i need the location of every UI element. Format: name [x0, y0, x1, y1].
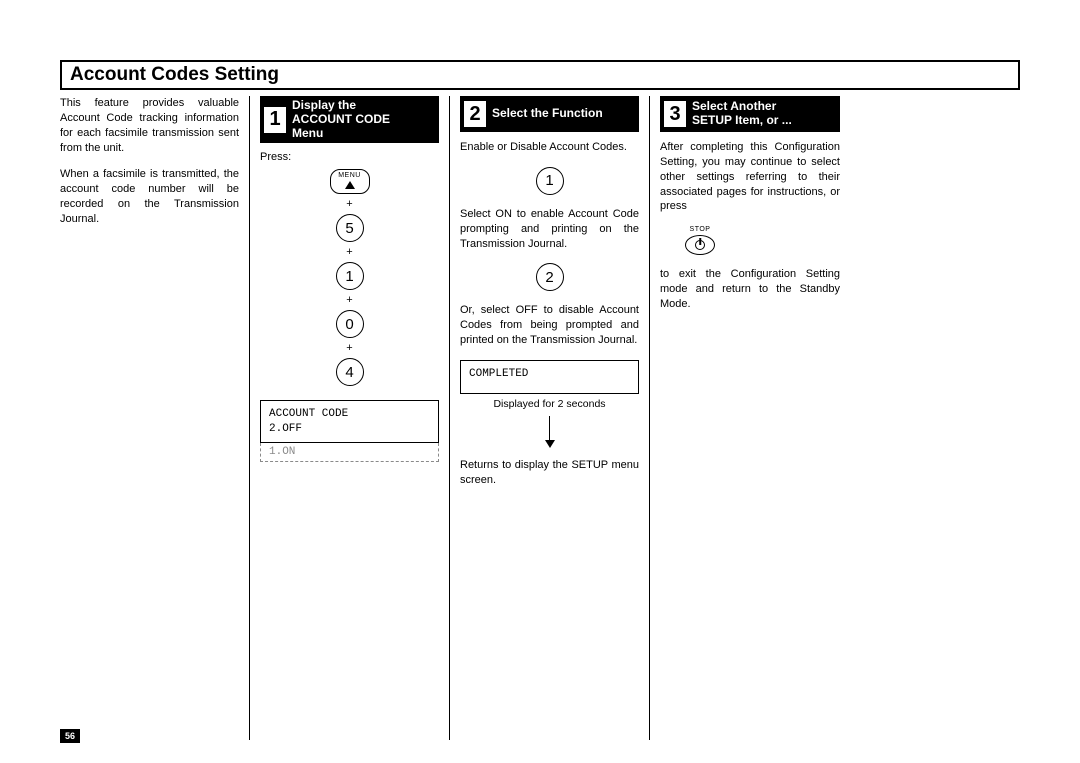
step-1-title-l2: ACCOUNT CODE [292, 112, 390, 126]
stop-key-label: STOP [690, 226, 711, 233]
step-2-p3: Or, select OFF to disable Account Codes … [460, 303, 639, 348]
arrow-down-icon [460, 416, 639, 448]
step-3-number: 3 [664, 101, 686, 127]
page-number: 56 [60, 729, 80, 743]
step-1-title-l1: Display the [292, 98, 356, 112]
step-3-p1: After completing this Configuration Sett… [660, 140, 840, 214]
lcd-ghost-line: 1.ON [260, 443, 439, 462]
plus-4: + [346, 342, 352, 354]
step-2-number: 2 [464, 101, 486, 127]
plus-1: + [346, 198, 352, 210]
key-4: 4 [336, 358, 364, 386]
key-sequence: MENU + 5 + 1 + 0 + 4 [260, 169, 439, 386]
lcd-line-2: 2.OFF [269, 422, 430, 436]
lcd-line-1: ACCOUNT CODE [269, 407, 430, 421]
key-1: 1 [336, 262, 364, 290]
menu-key: MENU [330, 169, 370, 194]
step-1-number: 1 [264, 107, 286, 133]
up-triangle-icon [345, 181, 355, 189]
stop-key-icon [685, 235, 715, 255]
step-3-header: 3 Select Another SETUP Item, or ... [660, 96, 840, 132]
step-3-title-l1: Select Another [692, 99, 776, 113]
key-5: 5 [336, 214, 364, 242]
stop-key: STOP [680, 226, 720, 255]
step-1-header: 1 Display the ACCOUNT CODE Menu [260, 96, 439, 143]
step-2-lcd: COMPLETED [460, 360, 639, 394]
press-label: Press: [260, 151, 439, 163]
key-0: 0 [336, 310, 364, 338]
step-1-column: 1 Display the ACCOUNT CODE Menu Press: M… [250, 96, 450, 740]
step-2-column: 2 Select the Function Enable or Disable … [450, 96, 650, 740]
step-1-lcd: ACCOUNT CODE 2.OFF [260, 400, 439, 443]
intro-para-2: When a facsimile is transmitted, the acc… [60, 167, 239, 226]
step-3-title-l2: SETUP Item, or ... [692, 113, 792, 127]
intro-column: This feature provides valuable Account C… [60, 96, 250, 740]
step-2-p2: Select ON to enable Account Code prompti… [460, 207, 639, 252]
page-title: Account Codes Setting [60, 60, 1020, 90]
step-2-header: 2 Select the Function [460, 96, 639, 132]
intro-para-1: This feature provides valuable Account C… [60, 96, 239, 155]
step-1-title: Display the ACCOUNT CODE Menu [292, 99, 390, 140]
plus-3: + [346, 294, 352, 306]
plus-2: + [346, 246, 352, 258]
key-option-2: 2 [536, 263, 564, 291]
step-2-p1: Enable or Disable Account Codes. [460, 140, 639, 155]
step-1-title-l3: Menu [292, 126, 323, 140]
key-option-1: 1 [536, 167, 564, 195]
step-3-column: 3 Select Another SETUP Item, or ... Afte… [650, 96, 850, 740]
step-3-p2: to exit the Configuration Setting mode a… [660, 267, 840, 312]
step-3-title: Select Another SETUP Item, or ... [692, 100, 792, 128]
menu-key-label: MENU [338, 172, 361, 179]
step-2-p4: Returns to display the SETUP menu screen… [460, 458, 639, 488]
step-2-sub: Displayed for 2 seconds [460, 398, 639, 410]
step-2-title: Select the Function [492, 107, 603, 121]
